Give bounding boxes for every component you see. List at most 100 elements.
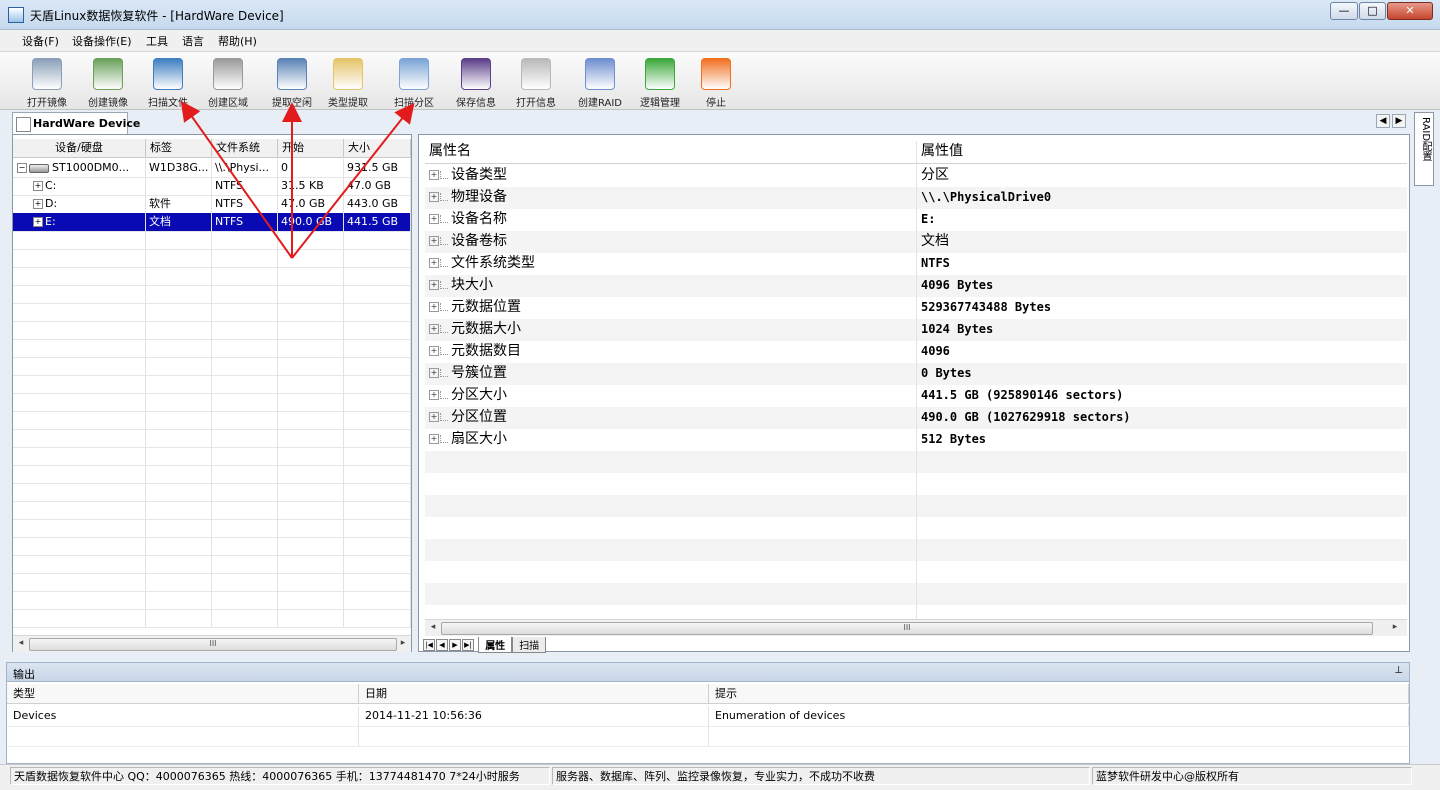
- tab-raid-config[interactable]: RAID配置: [1414, 112, 1434, 186]
- tab-next-arrow-icon[interactable]: ▶: [1392, 114, 1406, 128]
- prev-tab-icon[interactable]: ◀: [436, 639, 448, 651]
- scroll-right-icon[interactable]: ▸: [397, 638, 409, 648]
- property-row[interactable]: + 文件系统类型 NTFS: [425, 253, 1407, 275]
- next-tab-icon[interactable]: ▶: [449, 639, 461, 651]
- output-grid: 类型 日期 提示 Devices 2014-11-21 10:56:36 Enu…: [6, 682, 1410, 764]
- toolbar-button-4[interactable]: 创建区域: [198, 54, 258, 109]
- property-row[interactable]: + 物理设备 \\.\PhysicalDrive0: [425, 187, 1407, 209]
- property-value: 490.0 GB (1027629918 sectors): [921, 410, 1131, 424]
- toolbar-button-3[interactable]: 扫描文件: [138, 54, 198, 109]
- table-cell: [278, 465, 344, 483]
- device-name: C:: [45, 179, 57, 192]
- expand-icon[interactable]: +: [429, 390, 439, 400]
- menu-device-ops[interactable]: 设备操作(E): [72, 33, 132, 49]
- col-filesystem[interactable]: 文件系统: [212, 139, 278, 157]
- col-label[interactable]: 标签: [146, 139, 212, 157]
- table-row[interactable]: − ST1000DM0... W1D38G... \\.\Physi... 0 931.5…: [13, 159, 411, 178]
- output-row[interactable]: Devices 2014-11-21 10:56:36 Enumeration …: [7, 706, 1409, 727]
- table-cell: [212, 591, 278, 609]
- table-cell: [344, 321, 411, 339]
- table-cell: [146, 375, 212, 393]
- scroll-right-icon[interactable]: ▸: [1389, 622, 1401, 632]
- property-row[interactable]: + 分区位置 490.0 GB (1027629918 sectors): [425, 407, 1407, 429]
- tab-prev-arrow-icon[interactable]: ◀: [1376, 114, 1390, 128]
- pin-icon[interactable]: ⊥: [1394, 665, 1403, 676]
- collapse-icon[interactable]: −: [17, 163, 27, 173]
- toolbar-button-11[interactable]: 逻辑管理: [630, 54, 690, 109]
- menu-language[interactable]: 语言: [182, 33, 204, 49]
- toolbar-button-10[interactable]: 创建RAID: [570, 54, 630, 109]
- property-row[interactable]: + 扇区大小 512 Bytes: [425, 429, 1407, 451]
- expand-icon[interactable]: +: [429, 236, 439, 246]
- scroll-thumb[interactable]: III: [441, 622, 1373, 635]
- col-type[interactable]: 类型: [7, 684, 359, 704]
- table-cell: [344, 267, 411, 285]
- toolbar-button-6[interactable]: 类型提取: [318, 54, 378, 109]
- expand-icon[interactable]: +: [429, 192, 439, 202]
- property-row[interactable]: + 分区大小 441.5 GB (925890146 sectors): [425, 385, 1407, 407]
- menu-help[interactable]: 帮助(H): [218, 33, 257, 49]
- expand-icon[interactable]: +: [33, 217, 43, 227]
- expand-icon[interactable]: +: [429, 434, 439, 444]
- expand-icon[interactable]: +: [429, 412, 439, 422]
- close-button[interactable]: ✕: [1387, 2, 1433, 20]
- menu-device[interactable]: 设备(F): [22, 33, 59, 49]
- expand-icon[interactable]: +: [429, 368, 439, 378]
- expand-icon[interactable]: +: [429, 280, 439, 290]
- expand-icon[interactable]: +: [429, 346, 439, 356]
- table-cell: [344, 231, 411, 249]
- col-date[interactable]: 日期: [359, 684, 709, 704]
- toolbar-button-2[interactable]: 创建镜像: [78, 54, 138, 109]
- toolbar-button-1[interactable]: 打开镜像: [17, 54, 77, 109]
- table-row[interactable]: + C: NTFS 31.5 KB 47.0 GB: [13, 177, 411, 196]
- col-device[interactable]: 设备/硬盘: [13, 139, 146, 157]
- expand-icon[interactable]: +: [429, 170, 439, 180]
- scroll-thumb[interactable]: III: [29, 638, 397, 651]
- minimize-button[interactable]: —: [1330, 2, 1358, 20]
- toolbar-button-8[interactable]: 保存信息: [446, 54, 506, 109]
- toolbar-button-7[interactable]: 扫描分区: [384, 54, 444, 109]
- table-cell: W1D38G...: [146, 159, 212, 177]
- expand-icon[interactable]: +: [429, 302, 439, 312]
- last-tab-icon[interactable]: ▶|: [462, 639, 474, 651]
- col-hint[interactable]: 提示: [709, 684, 1409, 704]
- table-row[interactable]: + D: 软件 NTFS 47.0 GB 443.0 GB: [13, 195, 411, 214]
- property-row[interactable]: + 元数据位置 529367743488 Bytes: [425, 297, 1407, 319]
- toolbar-button-12[interactable]: 停止: [686, 54, 746, 109]
- property-row[interactable]: + 设备名称 E:: [425, 209, 1407, 231]
- tab-hardware-device[interactable]: HardWare Device: [12, 112, 140, 134]
- col-size[interactable]: 大小: [344, 139, 411, 157]
- col-property-value[interactable]: 属性值: [917, 141, 1407, 163]
- toolbar-button-9[interactable]: 打开信息: [506, 54, 566, 109]
- property-name-text: 元数据位置: [451, 299, 521, 315]
- properties-hscroll[interactable]: ◂ III ▸: [425, 619, 1407, 636]
- tab-properties[interactable]: 属性: [478, 637, 513, 653]
- device-grid-hscroll[interactable]: ◂ III ▸: [13, 635, 411, 652]
- property-row[interactable]: + 块大小 4096 Bytes: [425, 275, 1407, 297]
- expand-icon[interactable]: +: [33, 181, 43, 191]
- expand-icon[interactable]: +: [429, 324, 439, 334]
- property-row[interactable]: + 设备卷标 文档: [425, 231, 1407, 253]
- col-property-name[interactable]: 属性名: [425, 141, 917, 163]
- expand-icon[interactable]: +: [429, 214, 439, 224]
- scroll-left-icon[interactable]: ◂: [427, 622, 439, 632]
- property-row[interactable]: + 号簇位置 0 Bytes: [425, 363, 1407, 385]
- toolbar-button-5[interactable]: 提取空闲: [262, 54, 322, 109]
- property-name: [425, 451, 917, 473]
- expand-icon[interactable]: +: [33, 199, 43, 209]
- table-row-empty: [13, 411, 411, 430]
- table-row[interactable]: + E: 文档 NTFS 490.0 GB 441.5 GB: [13, 213, 411, 232]
- tab-scan[interactable]: 扫描: [512, 637, 547, 653]
- maximize-button[interactable]: □: [1359, 2, 1386, 20]
- property-row[interactable]: + 元数据数目 4096: [425, 341, 1407, 363]
- expand-icon[interactable]: +: [429, 258, 439, 268]
- menu-tools[interactable]: 工具: [146, 33, 168, 49]
- property-row[interactable]: + 设备类型 分区: [425, 165, 1407, 187]
- property-row[interactable]: + 元数据大小 1024 Bytes: [425, 319, 1407, 341]
- property-value: [917, 539, 1407, 561]
- scroll-left-icon[interactable]: ◂: [15, 638, 27, 648]
- table-cell: [212, 393, 278, 411]
- col-start[interactable]: 开始: [278, 139, 344, 157]
- first-tab-icon[interactable]: |◀: [423, 639, 435, 651]
- property-name: + 物理设备: [425, 187, 917, 209]
